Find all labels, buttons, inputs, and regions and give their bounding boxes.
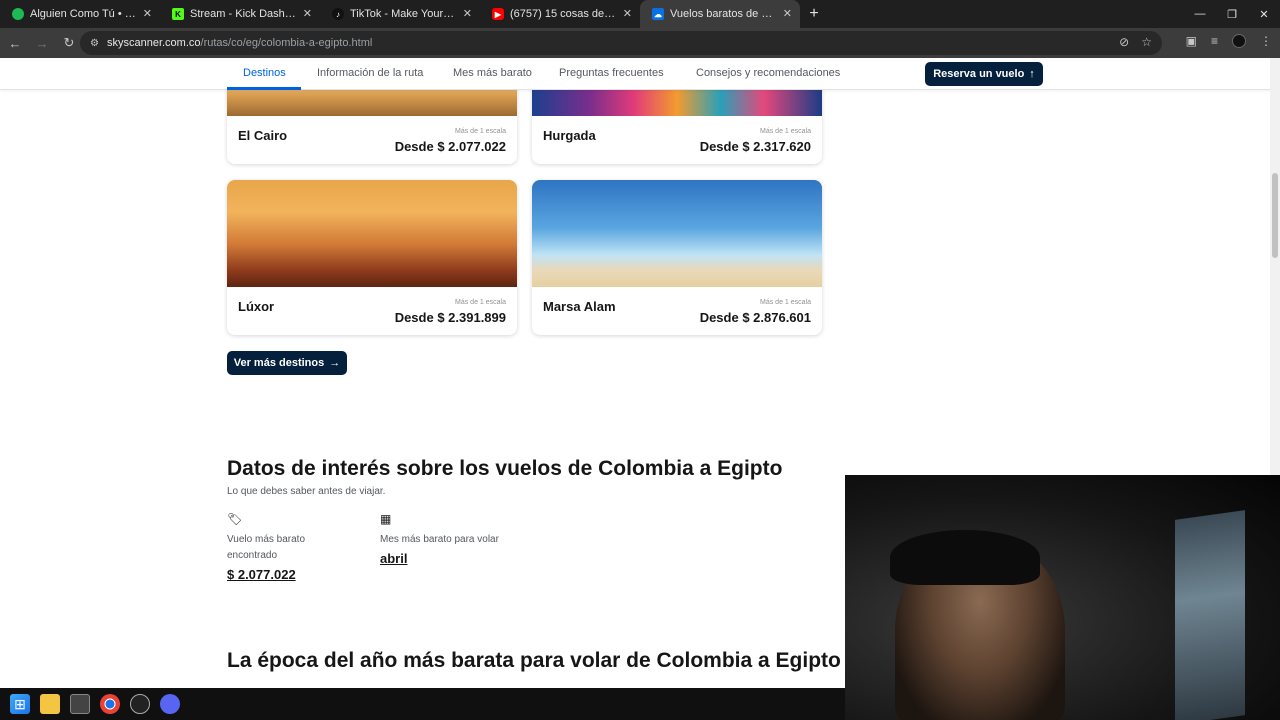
eye-off-icon[interactable]: ⊘ [1119, 35, 1129, 49]
tab-skyscanner[interactable]: ☁ Vuelos baratos de Colombia a E ✕ [640, 0, 800, 28]
forward-icon[interactable]: → [30, 36, 54, 51]
tab-title: Stream - Kick Dashboard [190, 8, 296, 20]
webcam-overlay [845, 475, 1280, 720]
season-heading: La época del año más barata para volar d… [227, 649, 841, 672]
more-destinations-button[interactable]: Ver más destinos → [227, 351, 347, 375]
fact-value[interactable]: $ 2.077.022 [227, 567, 357, 582]
scrollbar-thumb[interactable] [1272, 173, 1278, 258]
facts-heading: Datos de interés sobre los vuelos de Col… [227, 457, 783, 480]
tab-kick[interactable]: K Stream - Kick Dashboard ✕ [160, 0, 320, 28]
subnav-route-info[interactable]: Información de la ruta [317, 67, 423, 79]
destination-city: Lúxor [238, 299, 275, 314]
streamer-cap [890, 530, 1040, 585]
spotify-icon [12, 8, 24, 20]
site-info-icon[interactable]: ⚙ [90, 38, 99, 49]
subnav-faq[interactable]: Preguntas frecuentes [559, 67, 664, 79]
background-monitor [1175, 510, 1245, 720]
tab-spotify[interactable]: Alguien Como Tú • Jósean Log ✕ [0, 0, 160, 28]
fact-label: Vuelo más barato encontrado [227, 534, 306, 561]
destination-price: Desde $ 2.077.022 [394, 139, 506, 154]
destination-card-marsa-alam[interactable]: Marsa Alam Más de 1 escala Desde $ 2.876… [532, 180, 822, 335]
github-icon[interactable] [130, 694, 150, 714]
destination-card-hurgada[interactable]: Hurgada Más de 1 escala Desde $ 2.317.62… [532, 80, 822, 164]
close-icon[interactable]: ✕ [463, 7, 472, 20]
price-tag-icon: 🏷 [227, 512, 243, 526]
restore-icon[interactable]: ❐ [1216, 8, 1248, 21]
destination-price: Desde $ 2.876.601 [699, 310, 811, 325]
calendar-icon: ▦ [380, 512, 392, 526]
destination-stops: Más de 1 escala [455, 299, 506, 306]
destination-stops: Más de 1 escala [760, 128, 811, 135]
browser-tab-bar: Alguien Como Tú • Jósean Log ✕ K Stream … [0, 0, 1280, 28]
new-tab-button[interactable]: + [800, 0, 828, 28]
skyscanner-icon: ☁ [652, 8, 664, 20]
destination-card-luxor[interactable]: Lúxor Más de 1 escala Desde $ 2.391.899 [227, 180, 517, 335]
tab-title: Alguien Como Tú • Jósean Log [30, 8, 136, 20]
url-path: /rutas/co/eg/colombia-a-egipto.html [200, 37, 373, 49]
active-tab-underline [227, 87, 301, 90]
destination-price: Desde $ 2.391.899 [394, 310, 506, 325]
more-destinations-label: Ver más destinos [233, 357, 325, 369]
chrome-icon[interactable] [100, 694, 120, 714]
youtube-icon: ▶ [492, 8, 504, 20]
screen-cast-icon[interactable]: ▣ [1186, 34, 1197, 48]
reserve-flight-label: Reserva un vuelo [933, 68, 1025, 80]
app-icon[interactable] [70, 694, 90, 714]
fact-label: Mes más barato para volar [380, 534, 499, 545]
marsa-alam-image [532, 180, 822, 287]
fact-cheapest-month: ▦ Mes más barato para volar abril [380, 512, 510, 566]
file-explorer-icon[interactable] [40, 694, 60, 714]
destination-city: El Cairo [238, 128, 288, 143]
destination-city: Hurgada [543, 128, 596, 143]
os-taskbar: ⊞ [0, 688, 845, 720]
close-icon[interactable]: ✕ [303, 7, 312, 20]
browser-toolbar: ← → ↻ ⚙ skyscanner.com.co/rutas/co/eg/co… [0, 28, 1280, 58]
luxor-image [227, 180, 517, 287]
tab-title: (6757) 15 cosas de las pirámide [510, 8, 616, 20]
route-subnav: Destinos Información de la ruta Mes más … [0, 58, 1270, 90]
url-domain: skyscanner.com.co [106, 37, 201, 49]
address-bar[interactable]: ⚙ skyscanner.com.co/rutas/co/eg/colombia… [80, 31, 1162, 55]
kick-icon: K [172, 8, 184, 20]
profile-avatar[interactable] [1232, 34, 1246, 48]
destination-city: Marsa Alam [543, 299, 616, 314]
menu-icon[interactable]: ⋮ [1260, 34, 1272, 48]
tab-tiktok[interactable]: ♪ TikTok - Make Your Day ✕ [320, 0, 480, 28]
minimize-icon[interactable]: — [1184, 8, 1216, 20]
destination-card-cairo[interactable]: El Cairo Más de 1 escala Desde $ 2.077.0… [227, 80, 517, 164]
back-icon[interactable]: ← [3, 36, 27, 51]
destination-stops: Más de 1 escala [455, 128, 506, 135]
destination-price: Desde $ 2.317.620 [699, 139, 811, 154]
destination-stops: Más de 1 escala [760, 299, 811, 306]
subnav-tips[interactable]: Consejos y recomendaciones [696, 67, 840, 79]
close-icon[interactable]: ✕ [783, 7, 792, 20]
bookmark-star-icon[interactable]: ☆ [1141, 35, 1152, 49]
media-controls-icon[interactable]: ≡ [1211, 34, 1218, 48]
fact-value[interactable]: abril [380, 551, 510, 566]
close-window-icon[interactable]: ✕ [1248, 8, 1280, 21]
windows-start-icon[interactable]: ⊞ [10, 694, 30, 714]
subnav-destinos[interactable]: Destinos [243, 67, 286, 79]
tiktok-icon: ♪ [332, 8, 344, 20]
subnav-cheapest-month[interactable]: Mes más barato [453, 67, 532, 79]
close-icon[interactable]: ✕ [143, 7, 152, 20]
tab-title: Vuelos baratos de Colombia a E [670, 8, 776, 20]
fact-cheapest-flight: 🏷 Vuelo más barato encontrado $ 2.077.02… [227, 512, 357, 582]
arrow-up-icon: ↑ [1029, 68, 1035, 80]
tab-title: TikTok - Make Your Day [350, 8, 456, 20]
arrow-right-icon: → [329, 357, 341, 369]
facts-subtitle: Lo que debes saber antes de viajar. [227, 486, 386, 497]
discord-icon[interactable] [160, 694, 180, 714]
close-icon[interactable]: ✕ [623, 7, 632, 20]
tab-youtube[interactable]: ▶ (6757) 15 cosas de las pirámide ✕ [480, 0, 640, 28]
reserve-flight-button[interactable]: Reserva un vuelo ↑ [925, 62, 1043, 86]
reload-icon[interactable]: ↻ [57, 35, 81, 51]
window-controls: — ❐ ✕ [1184, 0, 1280, 28]
